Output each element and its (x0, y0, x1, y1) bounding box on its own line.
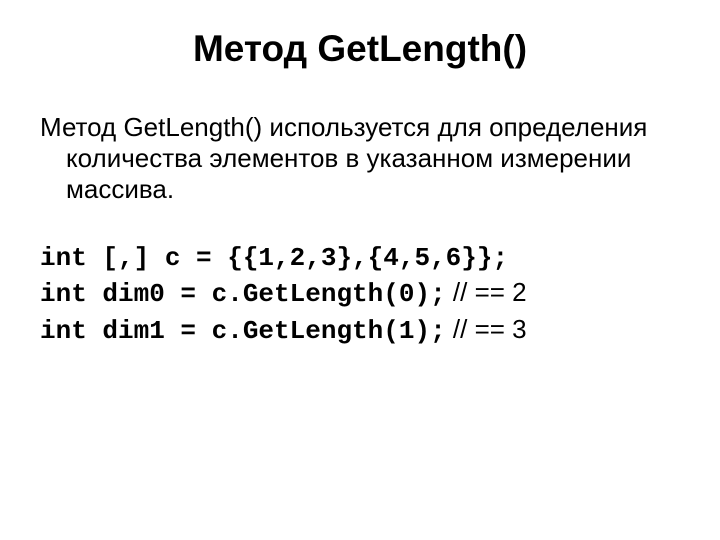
code-comment: // == 3 (446, 314, 527, 344)
code-line-1: int [,] c = {{1,2,3},{4,5,6}}; (40, 240, 680, 275)
code-block: int [,] c = {{1,2,3},{4,5,6}}; int dim0 … (40, 240, 680, 348)
slide-container: Метод GetLength() Метод GetLength() испо… (0, 0, 720, 540)
code-text: int dim1 = c.GetLength(1); (40, 316, 446, 346)
code-line-2: int dim0 = c.GetLength(0); // == 2 (40, 276, 680, 311)
description-paragraph: Метод GetLength() используется для опред… (40, 112, 680, 206)
code-text: int dim0 = c.GetLength(0); (40, 279, 446, 309)
slide-title: Метод GetLength() (40, 28, 680, 70)
code-comment: // == 2 (446, 277, 527, 307)
code-line-3: int dim1 = c.GetLength(1); // == 3 (40, 313, 680, 348)
code-text: int [,] c = {{1,2,3},{4,5,6}}; (40, 243, 508, 273)
